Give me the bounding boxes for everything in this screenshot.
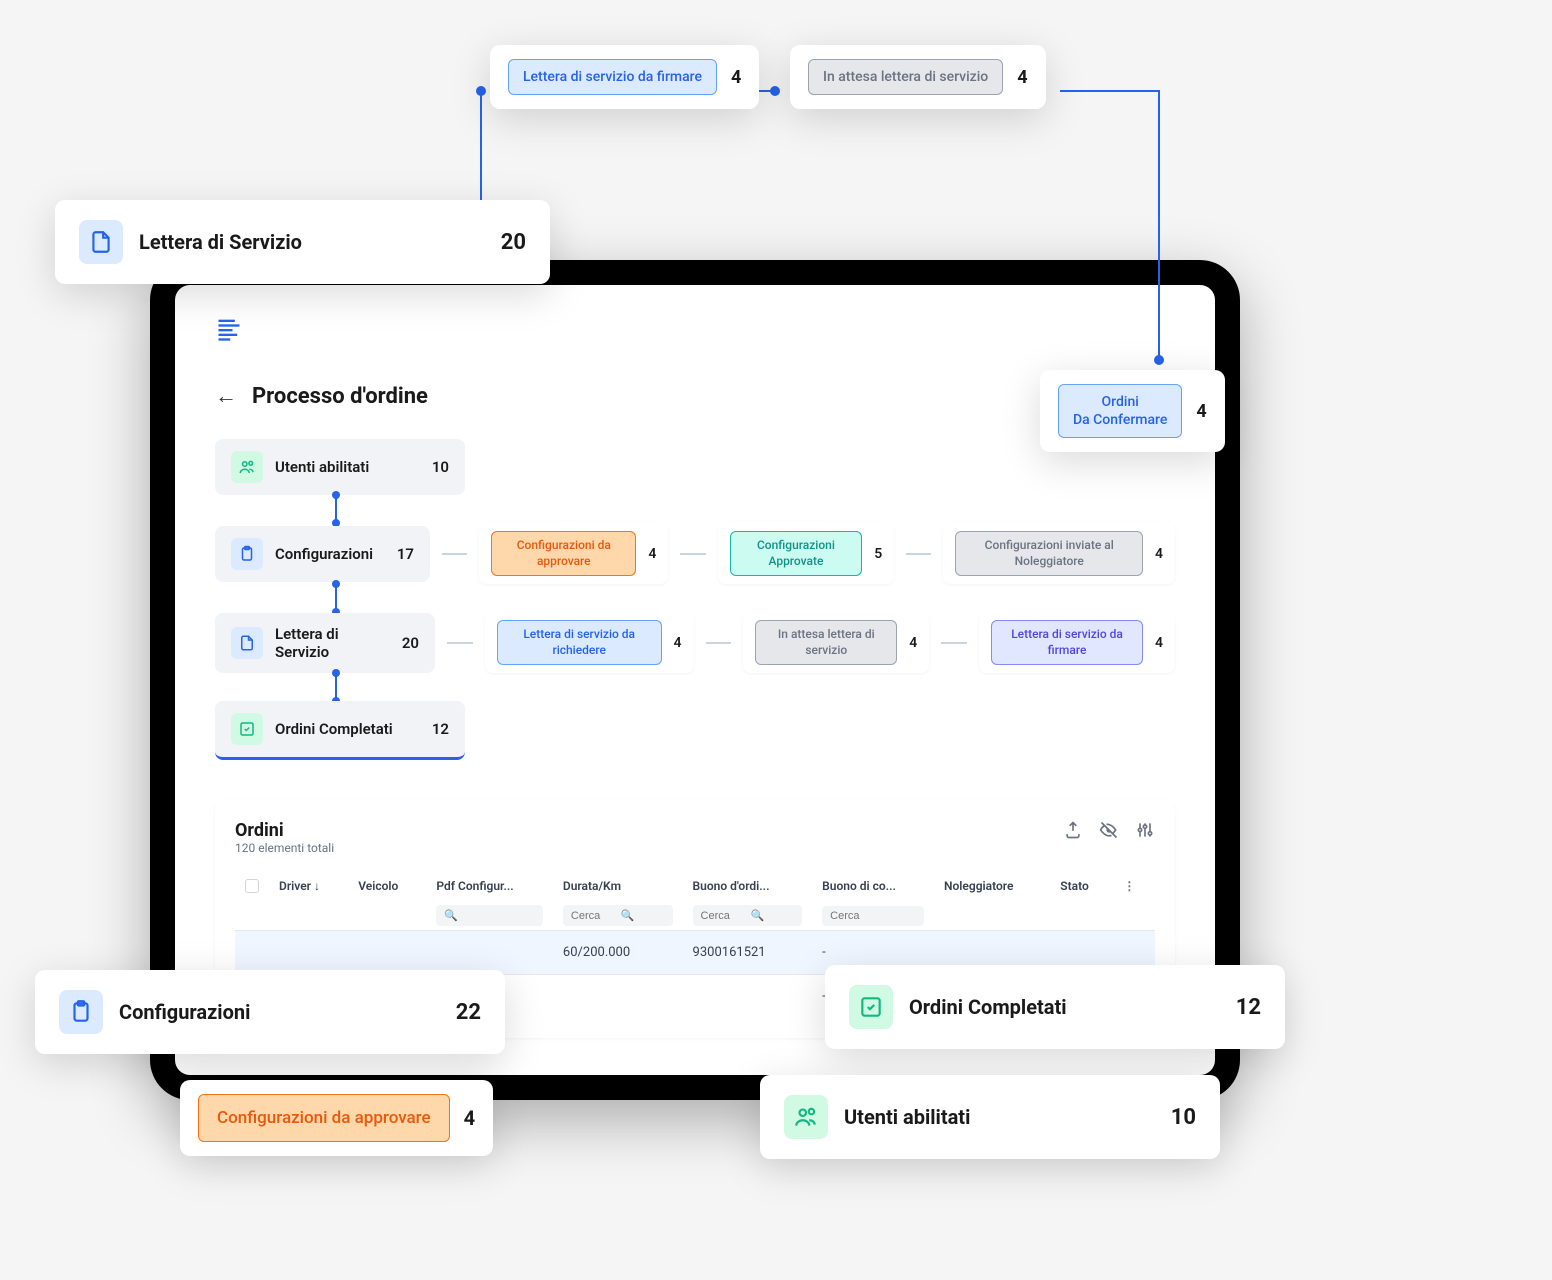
connector — [335, 673, 337, 701]
filter-input[interactable] — [822, 906, 924, 926]
connector — [706, 642, 732, 644]
count: 4 — [1196, 401, 1206, 422]
count: 22 — [456, 1000, 481, 1025]
status-tag: Lettera di servizio da richiedere — [497, 620, 662, 665]
status-tag: Configurazioni inviate al Noleggiatore — [955, 531, 1143, 576]
file-icon — [79, 220, 123, 264]
substep-count: 5 — [874, 546, 882, 562]
connector — [447, 642, 473, 644]
filter-input[interactable]: 🔍 — [436, 905, 543, 926]
column-header[interactable]: Veicolo — [348, 871, 426, 901]
substep-count: 4 — [674, 635, 682, 651]
step-count: 17 — [397, 545, 414, 563]
column-header[interactable]: Buono d'ordi... — [683, 871, 813, 901]
step-label: Configurazioni — [275, 545, 385, 563]
substep-lettera-sign[interactable]: Lettera di servizio da firmare 4 — [979, 612, 1175, 673]
substep-lettera-wait[interactable]: In attesa lettera di servizio 4 — [743, 612, 929, 673]
float-configurazioni[interactable]: Configurazioni 22 — [35, 970, 505, 1054]
float-attesa-lettera[interactable]: In attesa lettera di servizio 4 — [790, 45, 1046, 109]
step-label: Utenti abilitati — [275, 458, 420, 476]
substep-count: 4 — [648, 546, 656, 562]
connector — [335, 495, 337, 523]
app-logo — [215, 315, 243, 343]
connector — [941, 642, 967, 644]
step-label: Ordini Completati — [275, 720, 420, 738]
step-count: 10 — [432, 458, 449, 476]
status-tag: Lettera di servizio da firmare — [991, 620, 1143, 665]
status-tag: Lettera di servizio da firmare — [508, 59, 717, 95]
substep-count: 4 — [1155, 635, 1163, 651]
count: 4 — [731, 67, 741, 88]
column-header[interactable]: Stato — [1050, 871, 1113, 901]
users-icon — [231, 451, 263, 483]
substep-count: 4 — [1155, 546, 1163, 562]
back-arrow-icon[interactable]: ← — [215, 383, 237, 409]
label: Ordini Completati — [909, 995, 1220, 1019]
status-tag: Configurazioni da approvare — [491, 531, 636, 576]
step-count: 20 — [402, 634, 419, 652]
float-config-approvare[interactable]: Configurazioni da approvare 4 — [180, 1080, 493, 1156]
column-header[interactable]: Pdf Configur... — [426, 871, 553, 901]
step-count: 12 — [432, 720, 449, 738]
step-label: Lettera di Servizio — [275, 625, 390, 661]
table-subtitle: 120 elementi totali — [235, 841, 334, 855]
column-header[interactable]: Noleggiatore — [934, 871, 1050, 901]
status-tag: Configurazioni Approvate — [730, 531, 863, 576]
status-tag: In attesa lettera di servizio — [755, 620, 897, 665]
check-icon — [231, 713, 263, 745]
substep-lettera-request[interactable]: Lettera di servizio da richiedere 4 — [485, 612, 694, 673]
float-ordini-confermare[interactable]: Ordini Da Confermare 4 — [1040, 370, 1225, 452]
connector — [442, 553, 467, 555]
filter-input[interactable]: 🔍 — [563, 905, 673, 926]
select-all-checkbox[interactable] — [245, 879, 259, 893]
count: 12 — [1236, 995, 1261, 1020]
substep-count: 4 — [909, 635, 917, 651]
count: 10 — [1171, 1105, 1196, 1130]
float-lettera-servizio[interactable]: Lettera di Servizio 20 — [55, 200, 550, 284]
substep-config-approve[interactable]: Configurazioni da approvare 4 — [479, 523, 668, 584]
clipboard-icon — [59, 990, 103, 1034]
status-tag: Ordini Da Confermare — [1058, 384, 1182, 438]
label: Utenti abilitati — [844, 1105, 1155, 1129]
connector — [906, 553, 931, 555]
page-header: ← Processo d'ordine — [215, 383, 1175, 409]
count: 4 — [1017, 67, 1027, 88]
status-tag: In attesa lettera di servizio — [808, 59, 1003, 95]
substep-config-sent[interactable]: Configurazioni inviate al Noleggiatore 4 — [943, 523, 1175, 584]
export-icon[interactable] — [1063, 820, 1083, 840]
more-icon[interactable]: ⋮ — [1123, 879, 1135, 893]
column-header[interactable]: Durata/Km — [553, 871, 683, 901]
column-header[interactable]: Driver ↓ — [269, 871, 348, 901]
page-title: Processo d'ordine — [252, 384, 428, 409]
filter-input[interactable]: 🔍 — [693, 905, 803, 926]
check-icon — [849, 985, 893, 1029]
filter-icon[interactable] — [1135, 820, 1155, 840]
count: 20 — [501, 230, 526, 255]
substep-config-approved[interactable]: Configurazioni Approvate 5 — [718, 523, 895, 584]
visibility-icon[interactable] — [1099, 820, 1119, 840]
label: Configurazioni — [119, 1000, 440, 1024]
step-completed[interactable]: Ordini Completati 12 — [215, 701, 1175, 760]
process-steps: Utenti abilitati 10 Configurazioni 17 — [215, 439, 1175, 760]
step-lettera[interactable]: Lettera di Servizio 20 Lettera di serviz… — [215, 612, 1175, 673]
step-config[interactable]: Configurazioni 17 Configurazioni da appr… — [215, 523, 1175, 584]
float-lettera-firmare[interactable]: Lettera di servizio da firmare 4 — [490, 45, 759, 109]
clipboard-icon — [231, 538, 263, 570]
float-utenti-abilitati[interactable]: Utenti abilitati 10 — [760, 1075, 1220, 1159]
users-icon — [784, 1095, 828, 1139]
connector — [335, 584, 337, 612]
step-utenti[interactable]: Utenti abilitati 10 — [215, 439, 1175, 495]
status-tag: Configurazioni da approvare — [198, 1094, 450, 1142]
float-ordini-completati[interactable]: Ordini Completati 12 — [825, 965, 1285, 1049]
table-title: Ordini — [235, 820, 334, 841]
column-header[interactable]: Buono di co... — [812, 871, 934, 901]
count: 4 — [464, 1106, 475, 1130]
label: Lettera di Servizio — [139, 230, 485, 254]
connector — [680, 553, 705, 555]
file-icon — [231, 627, 263, 659]
